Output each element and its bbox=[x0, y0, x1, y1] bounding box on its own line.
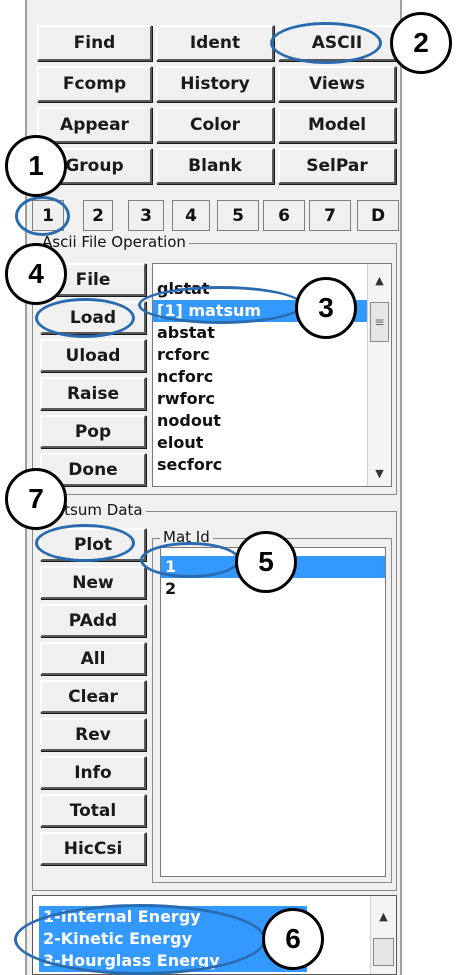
new-button[interactable]: New bbox=[40, 566, 146, 599]
blank-button[interactable]: Blank bbox=[156, 148, 274, 184]
fcomp-button[interactable]: Fcomp bbox=[37, 66, 152, 102]
callout-1: 1 bbox=[5, 135, 67, 197]
padd-button[interactable]: PAdd bbox=[40, 604, 146, 637]
ascii-button[interactable]: ASCII bbox=[278, 25, 396, 61]
all-button[interactable]: All bbox=[40, 642, 146, 675]
pop-button[interactable]: Pop bbox=[40, 415, 146, 448]
views-button[interactable]: Views bbox=[278, 66, 396, 102]
scroll-thumb[interactable] bbox=[373, 938, 394, 966]
ident-button[interactable]: Ident bbox=[156, 25, 274, 61]
uload-button[interactable]: Uload bbox=[40, 339, 146, 372]
list-item-elout[interactable]: elout bbox=[153, 432, 367, 454]
tab-page-2[interactable]: 2 bbox=[83, 200, 113, 231]
callout-5: 5 bbox=[235, 531, 297, 593]
total-button[interactable]: Total bbox=[40, 794, 146, 827]
list-item-rcforc[interactable]: rcforc bbox=[153, 344, 367, 366]
list-item-rwforc[interactable]: rwforc bbox=[153, 388, 367, 410]
load-button[interactable]: Load bbox=[40, 301, 146, 334]
scroll-up-icon[interactable]: ▲ bbox=[371, 910, 396, 923]
tab-page-d[interactable]: D bbox=[357, 200, 399, 231]
energy-component-list[interactable]: 1-Internal Energy 2-Kinetic Energy 3-Hou… bbox=[32, 895, 397, 975]
info-button[interactable]: Info bbox=[40, 756, 146, 789]
list-item-secforc[interactable]: secforc bbox=[153, 454, 367, 476]
list-item-nodout[interactable]: nodout bbox=[153, 410, 367, 432]
component-scrollbar[interactable]: ▲ bbox=[370, 896, 396, 974]
selpar-button[interactable]: SelPar bbox=[278, 148, 396, 184]
plot-button[interactable]: Plot bbox=[40, 528, 146, 561]
tab-page-3[interactable]: 3 bbox=[128, 200, 164, 231]
raise-button[interactable]: Raise bbox=[40, 377, 146, 410]
ascii-file-operation-label: Ascii File Operation bbox=[39, 233, 189, 251]
ascii-file-list[interactable]: glstat [1] matsum abstat rcforc ncforc r… bbox=[152, 263, 392, 487]
callout-7: 7 bbox=[5, 468, 67, 530]
list-item-ncforc[interactable]: ncforc bbox=[153, 366, 367, 388]
mat-id-label: Mat Id bbox=[160, 528, 213, 546]
tab-page-5[interactable]: 5 bbox=[217, 200, 259, 231]
tab-page-6[interactable]: 6 bbox=[263, 200, 305, 231]
model-button[interactable]: Model bbox=[278, 107, 396, 143]
clear-button[interactable]: Clear bbox=[40, 680, 146, 713]
tab-page-1[interactable]: 1 bbox=[32, 200, 64, 231]
ascii-file-scrollbar[interactable]: ▲ ≡ ▼ bbox=[367, 264, 391, 486]
scroll-down-icon[interactable]: ▼ bbox=[368, 467, 391, 480]
color-button[interactable]: Color bbox=[156, 107, 274, 143]
find-button[interactable]: Find bbox=[37, 25, 152, 61]
scroll-thumb[interactable]: ≡ bbox=[370, 302, 389, 342]
hiccsi-button[interactable]: HicCsi bbox=[40, 832, 146, 865]
callout-4: 4 bbox=[5, 243, 67, 305]
rev-button[interactable]: Rev bbox=[40, 718, 146, 751]
scroll-up-icon[interactable]: ▲ bbox=[368, 274, 391, 287]
mat-id-list[interactable]: 1 2 bbox=[160, 547, 386, 877]
callout-6: 6 bbox=[262, 908, 324, 970]
appear-button[interactable]: Appear bbox=[37, 107, 152, 143]
lsprepost-side-panel: Find Ident ASCII Fcomp History Views App… bbox=[25, 0, 402, 975]
tab-page-4[interactable]: 4 bbox=[172, 200, 210, 231]
callout-3: 3 bbox=[295, 277, 357, 339]
tab-page-7[interactable]: 7 bbox=[309, 200, 351, 231]
history-button[interactable]: History bbox=[156, 66, 274, 102]
callout-2: 2 bbox=[390, 12, 452, 74]
